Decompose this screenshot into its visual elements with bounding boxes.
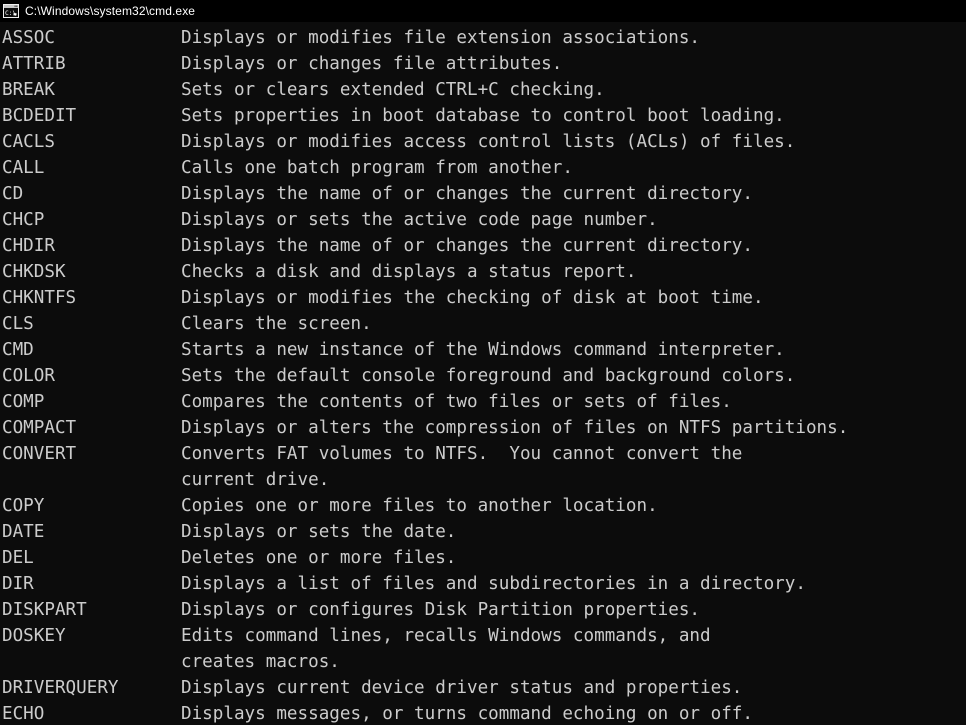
command-name: CHKDSK	[2, 262, 66, 282]
command-name: DIR	[2, 574, 34, 594]
console-line: CACLS Displays or modifies access control…	[2, 129, 966, 155]
command-description: Displays the name of or changes the curr…	[181, 236, 753, 256]
console-line: CLS Clears the screen.	[2, 311, 966, 337]
command-name: ECHO	[2, 704, 45, 724]
console-line: COMP Compares the contents of two files o…	[2, 389, 966, 415]
console-line: CHCP Displays or sets the active code pag…	[2, 207, 966, 233]
console-line: COLOR Sets the default console foreground…	[2, 363, 966, 389]
command-description: Displays or modifies access control list…	[181, 132, 796, 152]
console-line: DISKPART Displays or configures Disk Part…	[2, 597, 966, 623]
console-line: CHKDSK Checks a disk and displays a statu…	[2, 259, 966, 285]
command-description: Displays or modifies the checking of dis…	[181, 288, 764, 308]
console-output[interactable]: ASSOC Displays or modifies file extension…	[0, 22, 966, 725]
cmd-console-icon: C:\	[3, 4, 19, 18]
console-line: CALL Calls one batch program from another…	[2, 155, 966, 181]
command-name: DOSKEY	[2, 626, 66, 646]
console-line: DATE Displays or sets the date.	[2, 519, 966, 545]
command-description: Calls one batch program from another.	[181, 158, 573, 178]
command-name: CONVERT	[2, 444, 77, 464]
command-description: Displays current device driver status an…	[181, 678, 743, 698]
command-description: Copies one or more files to another loca…	[181, 496, 658, 516]
console-line: BREAK Sets or clears extended CTRL+C chec…	[2, 77, 966, 103]
command-name: BCDEDIT	[2, 106, 77, 126]
console-line: COPY Copies one or more files to another …	[2, 493, 966, 519]
console-line: DIR Displays a list of files and subdirec…	[2, 571, 966, 597]
console-line: DRIVERQUERY Displays current device drive…	[2, 675, 966, 701]
command-name: CHKNTFS	[2, 288, 77, 308]
command-name: CACLS	[2, 132, 55, 152]
console-line: ECHO Displays messages, or turns command …	[2, 701, 966, 725]
command-description: Deletes one or more files.	[181, 548, 457, 568]
command-description: Checks a disk and displays a status repo…	[181, 262, 637, 282]
command-name: COMP	[2, 392, 45, 412]
command-description: Displays or changes file attributes.	[181, 54, 563, 74]
command-name: CHDIR	[2, 236, 55, 256]
command-description: Sets or clears extended CTRL+C checking.	[181, 80, 605, 100]
console-line: DEL Deletes one or more files.	[2, 545, 966, 571]
window-title: C:\Windows\system32\cmd.exe	[25, 4, 196, 18]
command-name: CMD	[2, 340, 34, 360]
console-line: CD Displays the name of or changes the cu…	[2, 181, 966, 207]
command-description: Displays or sets the date.	[181, 522, 457, 542]
console-line: CHKNTFS Displays or modifies the checking…	[2, 285, 966, 311]
command-name: CLS	[2, 314, 34, 334]
command-name: ASSOC	[2, 28, 55, 48]
command-description: Converts FAT volumes to NTFS. You cannot…	[181, 444, 743, 464]
console-line-continuation: current drive.	[2, 467, 966, 493]
command-description: Sets the default console foreground and …	[181, 366, 796, 386]
command-description-continued: creates macros.	[181, 652, 340, 672]
command-name: CHCP	[2, 210, 45, 230]
command-description: Displays a list of files and subdirector…	[181, 574, 806, 594]
command-description: Displays or modifies file extension asso…	[181, 28, 701, 48]
command-name: CD	[2, 184, 24, 204]
console-line: CHDIR Displays the name of or changes the…	[2, 233, 966, 259]
command-name: CALL	[2, 158, 45, 178]
command-name: DATE	[2, 522, 45, 542]
command-name: DRIVERQUERY	[2, 678, 119, 698]
console-line: DOSKEY Edits command lines, recalls Windo…	[2, 623, 966, 649]
command-name: BREAK	[2, 80, 55, 100]
command-description: Clears the screen.	[181, 314, 372, 334]
command-name: DEL	[2, 548, 34, 568]
command-description: Starts a new instance of the Windows com…	[181, 340, 785, 360]
command-description: Sets properties in boot database to cont…	[181, 106, 785, 126]
console-line: ASSOC Displays or modifies file extension…	[2, 25, 966, 51]
command-description: Displays the name of or changes the curr…	[181, 184, 753, 204]
console-line: COMPACT Displays or alters the compressio…	[2, 415, 966, 441]
console-line: ATTRIB Displays or changes file attribute…	[2, 51, 966, 77]
cmd-window: C:\ C:\Windows\system32\cmd.exe ASSOC Dis…	[0, 0, 966, 725]
command-name: COLOR	[2, 366, 55, 386]
command-description: Compares the contents of two files or se…	[181, 392, 732, 412]
command-description: Displays or sets the active code page nu…	[181, 210, 658, 230]
command-name: COPY	[2, 496, 45, 516]
command-name: ATTRIB	[2, 54, 66, 74]
console-line: CONVERT Converts FAT volumes to NTFS. You…	[2, 441, 966, 467]
command-name: COMPACT	[2, 418, 77, 438]
console-line: BCDEDIT Sets properties in boot database …	[2, 103, 966, 129]
command-description: Displays or alters the compression of fi…	[181, 418, 849, 438]
console-line: CMD Starts a new instance of the Windows …	[2, 337, 966, 363]
title-bar[interactable]: C:\ C:\Windows\system32\cmd.exe	[0, 0, 966, 22]
command-description-continued: current drive.	[181, 470, 330, 490]
console-line-continuation: creates macros.	[2, 649, 966, 675]
command-name: DISKPART	[2, 600, 87, 620]
command-description: Edits command lines, recalls Windows com…	[181, 626, 711, 646]
command-description: Displays or configures Disk Partition pr…	[181, 600, 701, 620]
command-description: Displays messages, or turns command echo…	[181, 704, 753, 724]
